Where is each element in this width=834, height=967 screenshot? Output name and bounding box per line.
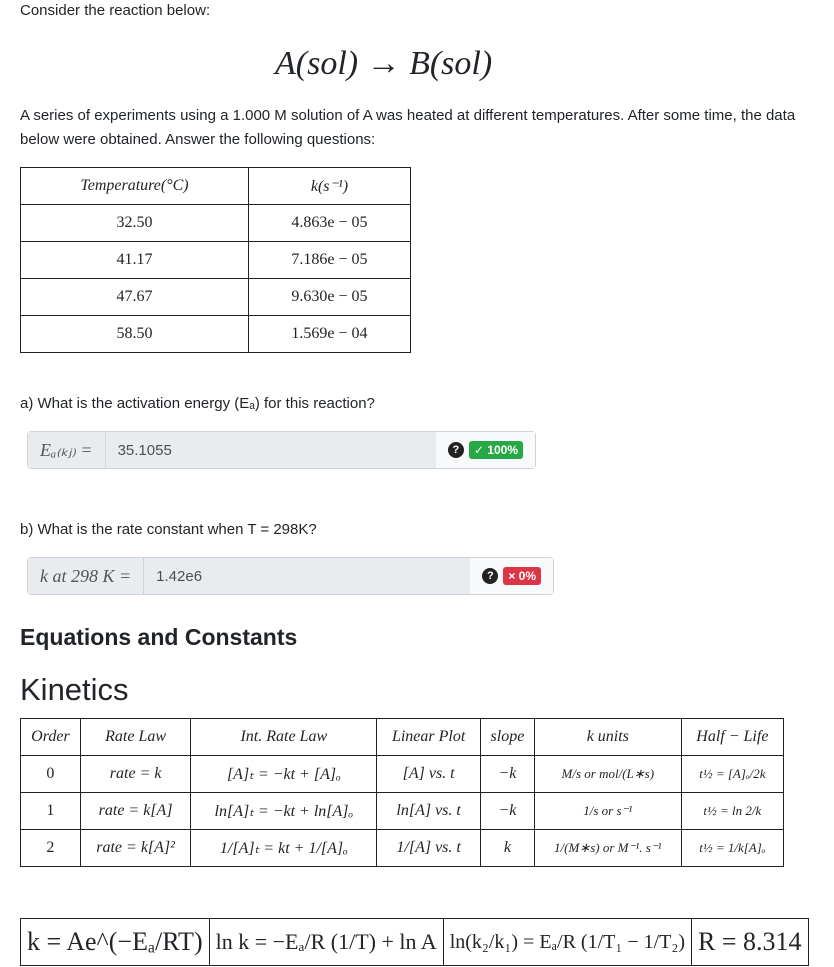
subsection-title: Kinetics xyxy=(20,672,129,707)
score-badge: × 0% xyxy=(503,567,541,585)
cell: ln[A]ₜ = −kt + ln[A]ₒ xyxy=(190,792,378,830)
table-row: 0 rate = k [A]ₜ = −kt + [A]ₒ [A] vs. t −k M/s… xyxy=(20,755,785,793)
cell: [A]ₜ = −kt + [A]ₒ xyxy=(190,755,378,793)
cell: rate = k[A]² xyxy=(79,829,192,867)
question-b: b) What is the rate constant when T = 29… xyxy=(20,521,317,538)
cell: 2 xyxy=(20,829,81,867)
two-point-arrhenius-equation: ln(k₂/k₁) = Eₐ/R (1/T₁ − 1/T₂) xyxy=(442,918,693,966)
cell: 1/s or s⁻¹ xyxy=(533,792,682,830)
cell: rate = k[A] xyxy=(79,792,192,830)
answer-a-label: Eₐ₍ₖⱼ₎ = xyxy=(28,432,106,468)
cell: −k xyxy=(480,755,535,793)
col-header: Temperature(°C) xyxy=(20,167,249,205)
cell: 1 xyxy=(20,792,81,830)
reaction-equation: A(sol) → B(sol) xyxy=(275,45,493,82)
answer-b-group: k at 298 K = 1.42e6 ? × 0% xyxy=(27,557,554,595)
table-row: 1 rate = k[A] ln[A]ₜ = −kt + ln[A]ₒ ln[A] v… xyxy=(20,792,785,830)
answer-b-input[interactable]: 1.42e6 xyxy=(144,558,471,594)
cell: 41.17 xyxy=(20,241,249,279)
cell: 58.50 xyxy=(20,315,249,353)
gas-constant: R = 8.314 xyxy=(691,918,809,966)
section-title: Equations and Constants xyxy=(20,624,298,650)
table-row: 41.17 7.186e − 05 xyxy=(20,241,412,279)
cell: k xyxy=(480,829,535,867)
cell: M/s or mol/(L∗s) xyxy=(533,755,682,793)
table-row: 32.50 4.863e − 05 xyxy=(20,204,412,242)
arrhenius-equation: k = Ae^(−Eₐ/RT) xyxy=(20,918,210,966)
cell: 1/[A] vs. t xyxy=(376,829,481,867)
table-row: 2 rate = k[A]² 1/[A]ₜ = kt + 1/[A]ₒ 1/[A] v… xyxy=(20,829,785,867)
cell: t½ = ln 2/k xyxy=(680,792,785,830)
answer-b-label: k at 298 K = xyxy=(28,558,145,594)
cell: rate = k xyxy=(79,755,192,793)
help-icon[interactable]: ? xyxy=(447,442,464,458)
cell: 4.863e − 05 xyxy=(247,204,412,242)
cell: t½ = [A]ₒ/2k xyxy=(680,755,785,793)
col-header: Rate Law xyxy=(79,718,192,756)
cell: 32.50 xyxy=(20,204,249,242)
col-header: slope xyxy=(480,718,535,756)
cell: 9.630e − 05 xyxy=(247,278,412,316)
cell: ln[A] vs. t xyxy=(376,792,481,830)
problem-paragraph: A series of experiments using a 1.000 M … xyxy=(20,107,796,148)
kinetics-table: Order Rate Law Int. Rate Law Linear Plot slo… xyxy=(20,718,785,867)
cell: t½ = 1/k[A]ₒ xyxy=(680,829,785,867)
col-header: Order xyxy=(20,718,81,756)
cell: 7.186e − 05 xyxy=(247,241,412,279)
cell: 1/[A]ₜ = kt + 1/[A]ₒ xyxy=(190,829,378,867)
col-header: Linear Plot xyxy=(376,718,481,756)
col-header: k units xyxy=(533,718,682,756)
col-header: Int. Rate Law xyxy=(190,718,378,756)
score-badge: ✓ 100% xyxy=(468,441,523,459)
question-a: a) What is the activation energy (Eₐ) fo… xyxy=(20,395,375,412)
col-header: k(s⁻¹) xyxy=(247,167,412,205)
table-row: 58.50 1.569e − 04 xyxy=(20,315,412,353)
cell: 47.67 xyxy=(20,278,249,316)
cell: 0 xyxy=(20,755,81,793)
cell: 1/(M∗s) or M⁻¹. s⁻¹ xyxy=(533,829,682,867)
linear-arrhenius-equation: ln k = −Eₐ/R (1/T) + ln A xyxy=(208,918,444,966)
intro-text: Consider the reaction below: xyxy=(20,2,211,19)
help-icon[interactable]: ? xyxy=(482,568,499,584)
col-header: Half − Life xyxy=(680,718,785,756)
table-row: 47.67 9.630e − 05 xyxy=(20,278,412,316)
equations-table: k = Ae^(−Eₐ/RT) ln k = −Eₐ/R (1/T) + ln … xyxy=(20,918,809,966)
cell: [A] vs. t xyxy=(376,755,481,793)
answer-a-input[interactable]: 35.1055 xyxy=(105,432,436,468)
answer-a-group: Eₐ₍ₖⱼ₎ = 35.1055 ? ✓ 100% xyxy=(27,431,536,469)
data-table: Temperature(°C) k(s⁻¹) 32.50 4.863e − 05 4… xyxy=(20,167,412,353)
cell: −k xyxy=(480,792,535,830)
cell: 1.569e − 04 xyxy=(247,315,412,353)
